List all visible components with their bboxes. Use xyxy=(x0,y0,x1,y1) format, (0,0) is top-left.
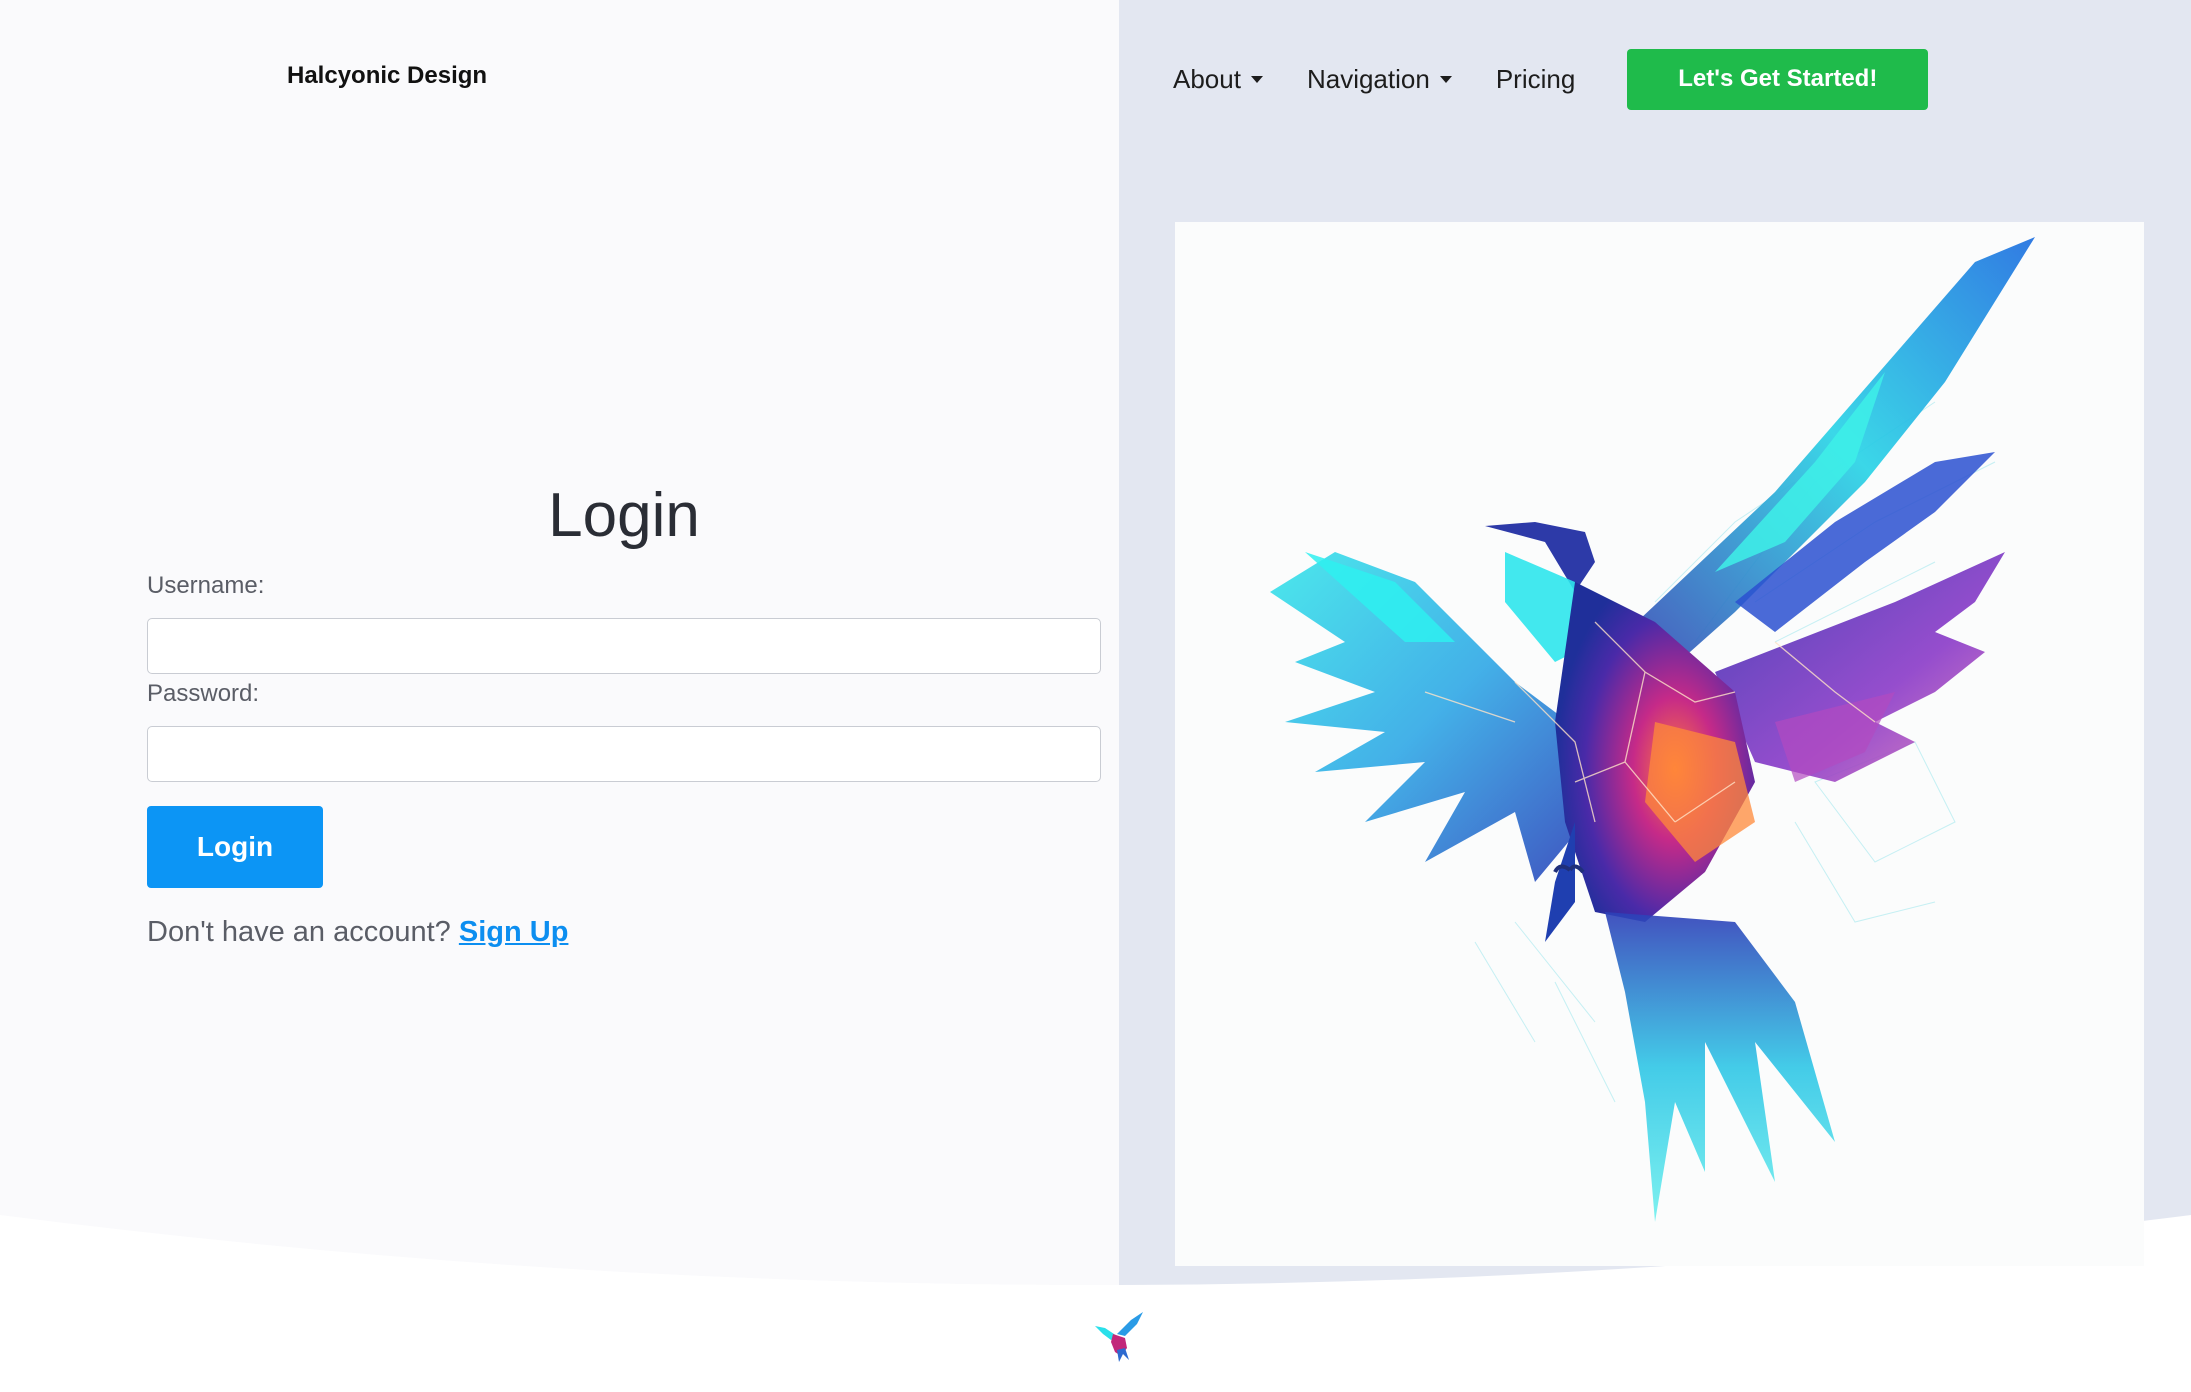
chevron-down-icon xyxy=(1439,75,1452,83)
nav-navigation-label: Navigation xyxy=(1306,63,1430,94)
hero-image xyxy=(1175,222,2144,1266)
nav-pricing-label: Pricing xyxy=(1495,63,1576,94)
signup-prompt: Don't have an account? Sign Up xyxy=(147,916,568,949)
password-label: Password: xyxy=(147,680,260,707)
nav-pricing[interactable]: Pricing xyxy=(1496,64,1575,95)
nav-navigation[interactable]: Navigation xyxy=(1307,64,1452,95)
password-field[interactable] xyxy=(147,726,1101,782)
page-title: Login xyxy=(548,481,700,550)
footer-logo[interactable] xyxy=(1091,1308,1147,1366)
brand-logo-text[interactable]: Halcyonic Design xyxy=(287,62,487,90)
nav-about-label: About xyxy=(1173,63,1241,94)
phoenix-bird-illustration xyxy=(1175,222,2144,1266)
nav-about[interactable]: About xyxy=(1173,64,1263,95)
signup-prompt-text: Don't have an account? xyxy=(147,916,451,948)
bird-logo-icon xyxy=(1095,1312,1143,1362)
signup-link[interactable]: Sign Up xyxy=(459,916,569,948)
main-nav: About Navigation Pricing Let's Get Start… xyxy=(1173,48,1929,110)
username-field[interactable] xyxy=(147,618,1101,674)
username-label: Username: xyxy=(147,572,265,599)
chevron-down-icon xyxy=(1250,75,1263,83)
login-button[interactable]: Login xyxy=(147,806,323,888)
get-started-button[interactable]: Let's Get Started! xyxy=(1627,48,1929,110)
